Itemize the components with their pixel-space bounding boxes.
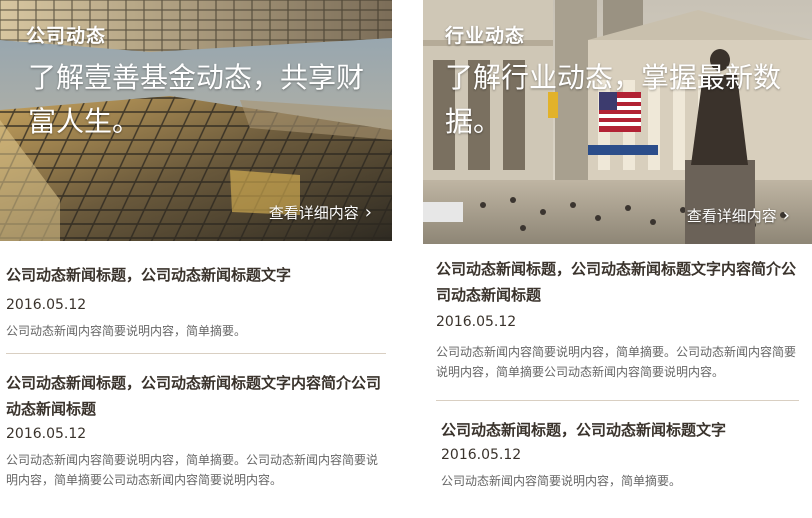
chevron-right-icon: › <box>364 201 372 223</box>
news-item[interactable]: 公司动态新闻标题，公司动态新闻标题文字内容简介公司动态新闻标题 2016.05.… <box>436 244 799 401</box>
news-item[interactable]: 公司动态新闻标题，公司动态新闻标题文字 2016.05.12 公司动态新闻内容简… <box>6 241 386 354</box>
news-title[interactable]: 公司动态新闻标题，公司动态新闻标题文字 <box>6 262 386 288</box>
industry-news-column: 行业动态 了解行业动态，掌握最新数据。 查看详细内容 › 公司动态新闻标题，公司… <box>423 0 812 491</box>
news-date: 2016.05.12 <box>436 314 517 330</box>
news-summary: 公司动态新闻内容简要说明内容，简单摘要。公司动态新闻内容简要说明内容，简单摘要公… <box>436 345 797 379</box>
view-details-link[interactable]: 查看详细内容 › <box>269 202 372 223</box>
news-summary: 公司动态新闻内容简要说明内容，简单摘要。 <box>441 474 682 488</box>
chevron-right-icon: › <box>782 204 790 226</box>
news-title[interactable]: 公司动态新闻标题，公司动态新闻标题文字内容简介公司动态新闻标题 <box>6 370 386 422</box>
company-news-column: 公司动态 了解壹善基金动态，共享财富人生。 查看详细内容 › 公司动态新闻标题，… <box>0 0 392 490</box>
company-news-list: 公司动态新闻标题，公司动态新闻标题文字 2016.05.12 公司动态新闻内容简… <box>0 241 392 490</box>
news-item[interactable]: 公司动态新闻标题，公司动态新闻标题文字 2016.05.12 公司动态新闻内容简… <box>436 401 799 491</box>
news-summary: 公司动态新闻内容简要说明内容，简单摘要。公司动态新闻内容简要说明内容，简单摘要公… <box>6 453 379 487</box>
news-item[interactable]: 公司动态新闻标题，公司动态新闻标题文字内容简介公司动态新闻标题 2016.05.… <box>6 354 386 490</box>
company-news-banner[interactable]: 公司动态 了解壹善基金动态，共享财富人生。 查看详细内容 › <box>0 0 392 241</box>
section-tag: 行业动态 <box>445 25 526 47</box>
news-date: 2016.05.12 <box>441 447 522 463</box>
news-date: 2016.05.12 <box>6 426 87 442</box>
industry-news-banner[interactable]: 行业动态 了解行业动态，掌握最新数据。 查看详细内容 › <box>423 0 812 244</box>
view-details-link[interactable]: 查看详细内容 › <box>687 205 790 226</box>
banner-slogan: 了解行业动态，掌握最新数据。 <box>445 61 782 138</box>
news-title[interactable]: 公司动态新闻标题，公司动态新闻标题文字 <box>441 417 799 443</box>
section-tag: 公司动态 <box>26 25 107 47</box>
view-details-label: 查看详细内容 <box>686 207 777 225</box>
news-date: 2016.05.12 <box>6 297 87 313</box>
view-details-label: 查看详细内容 <box>268 204 359 222</box>
banner-slogan: 了解壹善基金动态，共享财富人生。 <box>28 61 365 138</box>
industry-news-list: 公司动态新闻标题，公司动态新闻标题文字内容简介公司动态新闻标题 2016.05.… <box>423 244 812 491</box>
news-summary: 公司动态新闻内容简要说明内容，简单摘要。 <box>6 324 247 338</box>
news-title[interactable]: 公司动态新闻标题，公司动态新闻标题文字内容简介公司动态新闻标题 <box>436 256 799 308</box>
